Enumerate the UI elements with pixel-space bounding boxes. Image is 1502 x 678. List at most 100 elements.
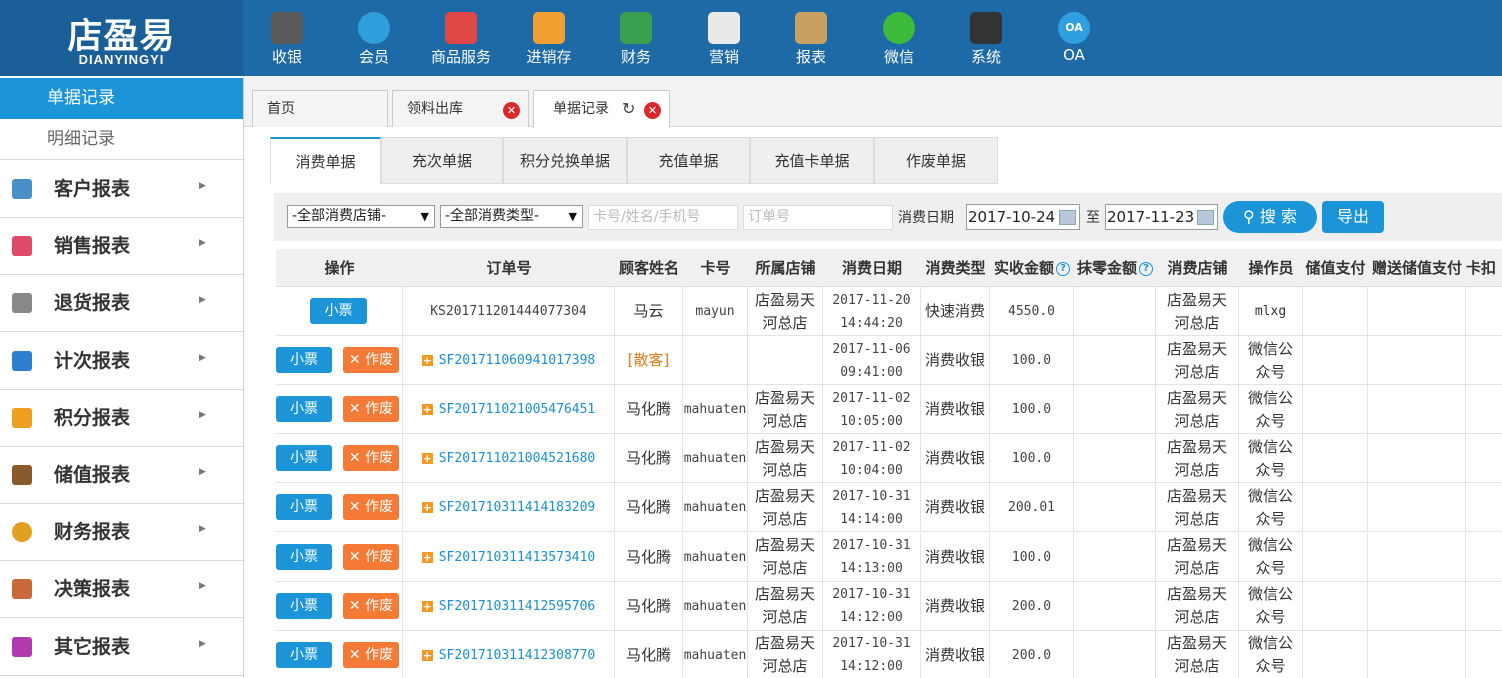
topnav-item-4[interactable]: 财务 (592, 0, 680, 76)
member-search-input[interactable]: 卡号/姓名/手机号 (588, 205, 738, 230)
date-to-input[interactable]: 2017-11-23 (1105, 204, 1218, 230)
close-icon: ✕ (348, 499, 366, 516)
topnav-item-5[interactable]: 营销 (680, 0, 768, 76)
rounding-amount (1074, 532, 1156, 582)
sidebar-item-0[interactable]: 客户报表 ▶ (0, 161, 243, 218)
member-icon (358, 12, 390, 44)
order-link[interactable]: SF201710311412595706 (439, 595, 596, 618)
close-icon[interactable]: ✕ (644, 102, 661, 119)
date-value: 2017-10-31 (832, 587, 911, 603)
tab-material-out[interactable]: 领料出库 ✕ (392, 90, 529, 127)
column-header-label: 消费日期 (841, 259, 902, 277)
tab-record-type-4[interactable]: 充值卡单据 (750, 137, 874, 184)
order-number-input[interactable]: 订单号 (743, 205, 893, 230)
void-button[interactable]: ✕ 作废 (343, 445, 399, 472)
stored-value-payment (1303, 385, 1368, 435)
ticket-button[interactable]: 小票 (276, 347, 332, 374)
date-value: 2017-11-06 (832, 341, 911, 357)
expand-icon[interactable]: + (421, 404, 433, 416)
ticket-button[interactable]: 小票 (276, 396, 332, 423)
topnav-item-6[interactable]: 报表 (767, 0, 855, 76)
ticket-button[interactable]: 小票 (276, 641, 332, 668)
calendar-icon[interactable] (1197, 210, 1214, 225)
sidebar-item-7[interactable]: 决策报表 ▶ (0, 561, 243, 619)
expand-icon[interactable]: + (421, 600, 433, 612)
expand-icon[interactable]: + (421, 355, 433, 367)
tab-records[interactable]: 单据记录 ↻ ✕ (533, 90, 670, 128)
operator-name: 微信公众号 (1239, 483, 1303, 533)
topnav-label: 商品服务 (430, 48, 491, 66)
store-cell: 店盈易天河总店 (748, 483, 823, 533)
expand-icon[interactable]: + (421, 453, 433, 465)
search-button[interactable]: ⚲ 搜 索 (1223, 201, 1317, 233)
sidebar-sub-item-records[interactable]: 单据记录 (0, 78, 243, 119)
column-header-label: 储值支付 (1305, 259, 1366, 277)
sidebar-item-5[interactable]: 储值报表 ▶ (0, 447, 243, 504)
tab-record-type-5[interactable]: 作废单据 (874, 137, 998, 184)
tab-home-label: 首页 (267, 101, 295, 117)
tab-record-type-2[interactable]: 积分兑换单据 (503, 137, 627, 184)
sidebar-item-2[interactable]: 退货报表 ▶ (0, 275, 243, 333)
expand-icon[interactable]: + (421, 649, 433, 661)
ticket-button[interactable]: 小票 (276, 543, 332, 570)
sidebar-item-3[interactable]: 计次报表 ▶ (0, 333, 243, 390)
type-select[interactable]: -全部消费类型- ▼ (440, 205, 583, 228)
order-cell: KS201711201444077304 (403, 287, 615, 336)
topnav-item-2[interactable]: 商品服务 (417, 0, 505, 76)
ticket-button[interactable]: 小票 (276, 494, 332, 521)
void-button[interactable]: ✕ 作废 (343, 641, 399, 668)
time-value: 14:44:20 (840, 315, 903, 331)
close-icon[interactable]: ✕ (503, 102, 520, 119)
store-select[interactable]: -全部消费店铺- ▼ (287, 205, 435, 228)
brand-logo[interactable]: 店盈易 DIANYINGYI (0, 0, 243, 76)
void-button[interactable]: ✕ 作废 (343, 347, 399, 374)
export-button[interactable]: 导出 (1322, 201, 1384, 233)
refresh-icon[interactable]: ↻ (622, 91, 635, 127)
sidebar-item-1[interactable]: 销售报表 ▶ (0, 218, 243, 276)
order-link[interactable]: SF201710311413573410 (439, 546, 596, 569)
customer-name: 马化腾 (625, 449, 671, 468)
topnav-item-1[interactable]: 会员 (330, 0, 418, 76)
ticket-button[interactable]: 小票 (276, 592, 332, 619)
topnav-item-3[interactable]: 进销存 (505, 0, 593, 76)
sidebar-item-label: 客户报表 (54, 178, 131, 200)
consume-type: 消费收银 (921, 385, 990, 435)
void-button-label: 作废 (365, 597, 394, 614)
tab-record-type-3[interactable]: 充值单据 (627, 137, 750, 184)
order-link[interactable]: SF201711060941017398 (439, 349, 596, 372)
topnav-item-0[interactable]: 收银 (243, 0, 331, 76)
topnav-item-8[interactable]: 系统 (942, 0, 1030, 76)
order-link[interactable]: SF201710311414183209 (439, 496, 596, 519)
column-header: 所属店铺 (748, 249, 823, 287)
column-header: 卡号 (683, 249, 748, 287)
sidebar-item-8[interactable]: 其它报表 ▶ (0, 619, 243, 676)
tab-record-type-0[interactable]: 消费单据 (270, 137, 381, 184)
sidebar-item-4[interactable]: 积分报表 ▶ (0, 390, 243, 447)
void-button-label: 作废 (365, 499, 394, 516)
ticket-button[interactable]: 小票 (310, 298, 367, 324)
help-icon[interactable]: ? (1056, 262, 1070, 276)
void-button[interactable]: ✕ 作废 (343, 494, 399, 521)
date-from-input[interactable]: 2017-10-24 (966, 204, 1080, 230)
calendar-icon[interactable] (1059, 210, 1076, 225)
order-link[interactable]: SF201711021005476451 (439, 398, 596, 421)
void-button[interactable]: ✕ 作废 (343, 592, 399, 619)
sidebar-item-6[interactable]: 财务报表 ▶ (0, 504, 243, 562)
expand-icon[interactable]: + (421, 502, 433, 514)
void-button[interactable]: ✕ 作废 (343, 396, 399, 423)
tab-record-type-1[interactable]: 充次单据 (381, 137, 503, 184)
help-icon[interactable]: ? (1139, 262, 1153, 276)
customer-name-cell: 马云 (615, 287, 683, 336)
expand-icon[interactable]: + (421, 551, 433, 563)
void-button[interactable]: ✕ 作废 (343, 543, 399, 570)
topnav-item-7[interactable]: 微信 (855, 0, 943, 76)
column-header: 卡扣 (1466, 249, 1502, 287)
ticket-button[interactable]: 小票 (276, 445, 332, 472)
order-link[interactable]: SF201711021004521680 (439, 447, 596, 470)
order-link[interactable]: SF201710311412308770 (439, 644, 596, 667)
points-icon (12, 407, 32, 428)
tab-home[interactable]: 首页 (252, 90, 388, 127)
sidebar-sub-item-details[interactable]: 明细记录 (0, 119, 243, 160)
sidebar-item-label: 储值报表 (54, 464, 131, 486)
topnav-item-9[interactable]: OA OA (1030, 0, 1118, 76)
